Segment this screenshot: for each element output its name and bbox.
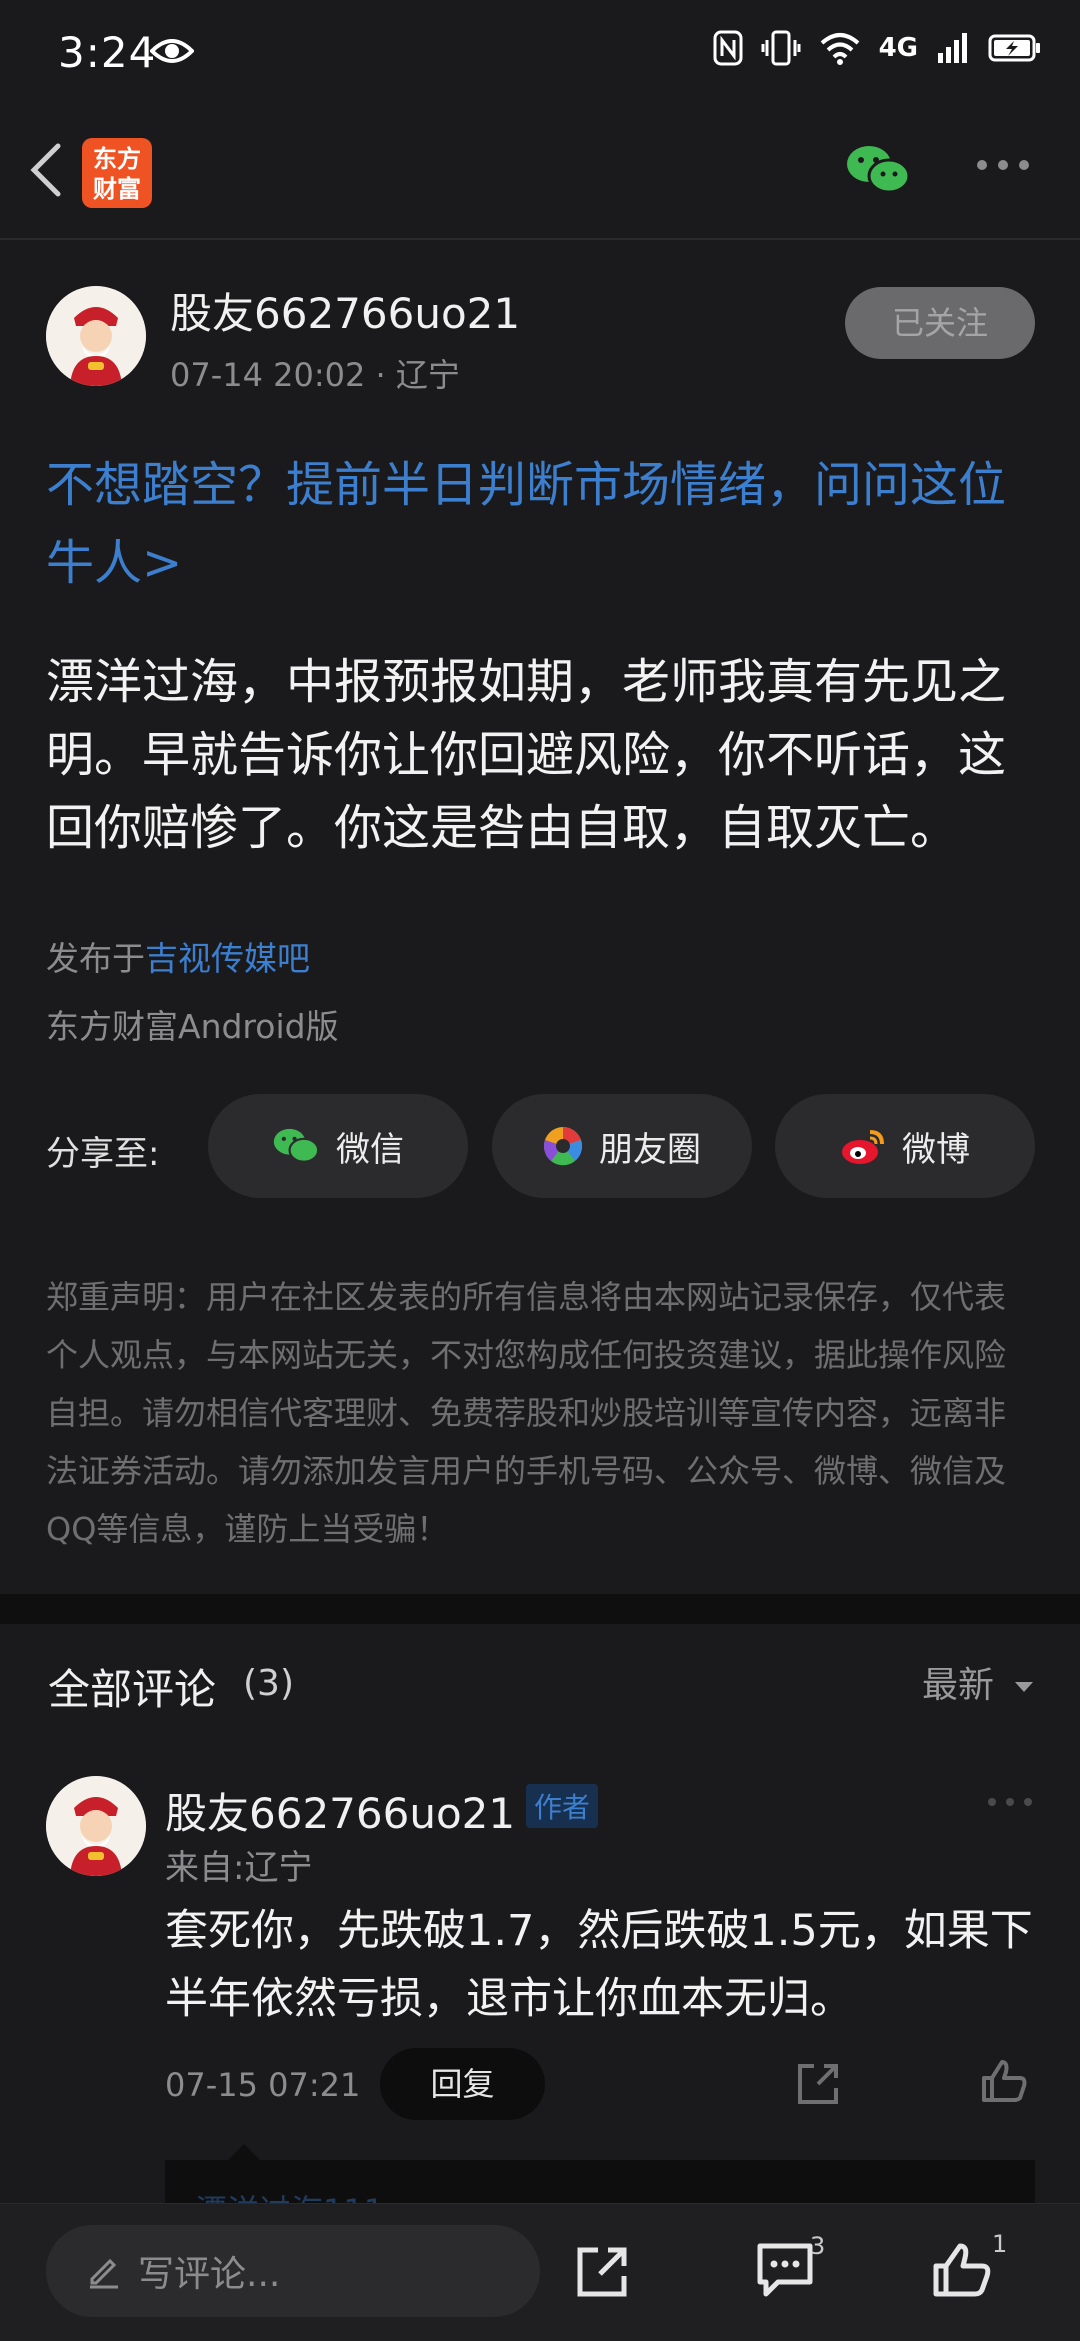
battery-icon <box>988 34 1040 62</box>
nfc-icon <box>713 30 743 66</box>
status-icons: 4G <box>713 30 1042 66</box>
comments-count: (3) <box>243 1663 294 1704</box>
comment-input[interactable]: 写评论... <box>46 2225 540 2317</box>
pencil-icon <box>90 2258 118 2289</box>
avatar-image <box>46 1776 146 1876</box>
comments-title: 全部评论 <box>48 1665 217 1714</box>
author-avatar[interactable] <box>46 286 146 386</box>
comment-more-icon[interactable] <box>986 1796 1034 1808</box>
sort-label: 最新 <box>922 1665 995 1706</box>
share-moments-label: 朋友圈 <box>599 1129 701 1170</box>
nav-divider <box>0 238 1080 240</box>
like-count: 1 <box>992 2230 1008 2258</box>
disclaimer-text: 郑重声明：用户在社区发表的所有信息将由本网站记录保存，仅代表个人观点，与本网站无… <box>46 1278 1007 1548</box>
comment-like-icon[interactable] <box>980 2058 1028 2104</box>
vibrate-icon <box>761 30 801 66</box>
sub-reply-pointer <box>228 2144 260 2160</box>
post-meta: 07-14 20:02 · 辽宁 <box>170 356 460 394</box>
posted-prefix: 发布于 <box>46 939 145 978</box>
avatar-image <box>46 286 146 386</box>
comment-text: 套死你，先跌破1.7，然后跌破1.5元，如果下半年依然亏损，退市让你血本无归。 <box>165 1906 1033 2024</box>
share-wechat-label: 微信 <box>336 1129 404 1170</box>
back-icon[interactable] <box>22 140 72 200</box>
eye-icon <box>150 39 194 63</box>
wechat-icon <box>273 1128 320 1163</box>
promo-link[interactable]: 不想踏空？提前半日判断市场情绪，问问这位牛人> <box>46 446 1036 602</box>
comment-share-icon[interactable] <box>796 2062 840 2106</box>
posted-in: 发布于吉视传媒吧 <box>46 932 310 980</box>
reply-button[interactable]: 回复 <box>380 2048 545 2120</box>
network-type: 4G <box>878 33 918 63</box>
like-icon <box>933 2243 991 2297</box>
status-time: 3:24 <box>58 28 157 77</box>
comment-placeholder: 写评论... <box>138 2254 281 2295</box>
wechat-share-icon[interactable] <box>845 142 911 198</box>
status-bar: 3:24 4G <box>0 0 1080 110</box>
comment-author-name[interactable]: 股友662766uo21 <box>165 1780 515 1841</box>
share-icon[interactable] <box>574 2244 630 2300</box>
comment-count-button[interactable]: 3 <box>754 2232 825 2302</box>
section-divider <box>0 1594 1080 1624</box>
post-body: 漂洋过海，中报预报如期，老师我真有先见之明。早就告诉你让你回避风险，你不听话，这… <box>46 654 1007 856</box>
client-source: 东方财富Android版 <box>46 1007 339 1046</box>
share-wechat-button[interactable]: 微信 <box>208 1094 468 1198</box>
comment-count: 3 <box>810 2232 826 2260</box>
moments-icon <box>543 1127 583 1166</box>
share-label: 分享至: <box>46 1134 160 1174</box>
like-button[interactable]: 1 <box>932 2230 1007 2304</box>
forum-link[interactable]: 吉视传媒吧 <box>145 939 310 978</box>
comment-time: 07-15 07:21 <box>165 2066 361 2104</box>
sort-dropdown[interactable]: 最新 <box>922 1656 1035 1708</box>
comment-location: 来自:辽宁 <box>165 1848 313 1888</box>
weibo-icon <box>842 1130 884 1164</box>
follow-button[interactable]: 已关注 <box>845 287 1035 359</box>
comment-avatar[interactable] <box>46 1776 146 1876</box>
share-weibo-button[interactable]: 微博 <box>775 1094 1035 1198</box>
author-name[interactable]: 股友662766uo21 <box>170 280 520 341</box>
share-weibo-label: 微博 <box>902 1129 970 1170</box>
comment-bubble-icon <box>757 2243 813 2297</box>
share-moments-button[interactable]: 朋友圈 <box>492 1094 752 1198</box>
author-badge: 作者 <box>526 1784 599 1828</box>
caret-down-icon <box>1015 1682 1034 1692</box>
wifi-icon <box>820 33 859 65</box>
signal-icon <box>938 33 967 63</box>
more-options-icon[interactable] <box>975 158 1031 172</box>
app-logo: 东方 财富 <box>82 138 152 208</box>
